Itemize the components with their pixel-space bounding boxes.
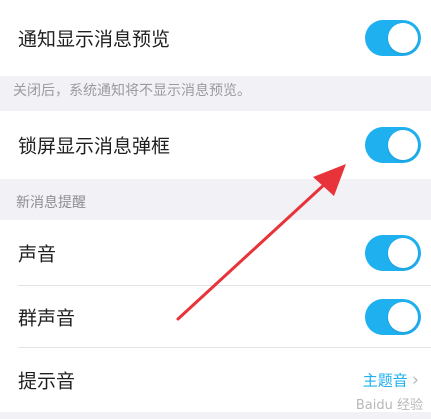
baidu-watermark: Baidu 经验	[355, 398, 423, 413]
setting-row-group-sound: 群声音	[0, 286, 431, 348]
toggle-knob	[388, 302, 418, 332]
toggle-knob	[388, 23, 418, 53]
notification-settings-screen: 通知显示消息预览 关闭后，系统通知将不显示消息预览。 锁屏显示消息弹框 新消息提…	[0, 0, 431, 419]
sound-toggle[interactable]	[365, 235, 421, 271]
alert-tone-label: 提示音	[18, 370, 76, 393]
group-sound-label: 群声音	[18, 307, 76, 330]
group-sound-toggle[interactable]	[365, 299, 421, 335]
lockscreen-popup-label: 锁屏显示消息弹框	[18, 135, 171, 158]
preview-label: 通知显示消息预览	[18, 28, 171, 51]
toggle-knob	[388, 238, 418, 268]
alert-tone-selector[interactable]: 主题音 ›	[363, 370, 419, 391]
new-message-section-title: 新消息提醒	[16, 195, 86, 211]
lockscreen-popup-toggle[interactable]	[365, 127, 421, 163]
toggle-knob	[388, 130, 418, 160]
setting-row-preview: 通知显示消息预览	[0, 0, 431, 76]
chevron-right-icon: ›	[411, 369, 419, 391]
sound-label: 声音	[18, 243, 57, 266]
preview-hint: 关闭后，系统通知将不显示消息预览。	[13, 83, 251, 99]
preview-toggle[interactable]	[365, 20, 421, 56]
setting-row-lockscreen-popup: 锁屏显示消息弹框	[0, 111, 431, 179]
alert-tone-value: 主题音	[362, 371, 408, 390]
setting-row-sound: 声音	[0, 220, 431, 286]
